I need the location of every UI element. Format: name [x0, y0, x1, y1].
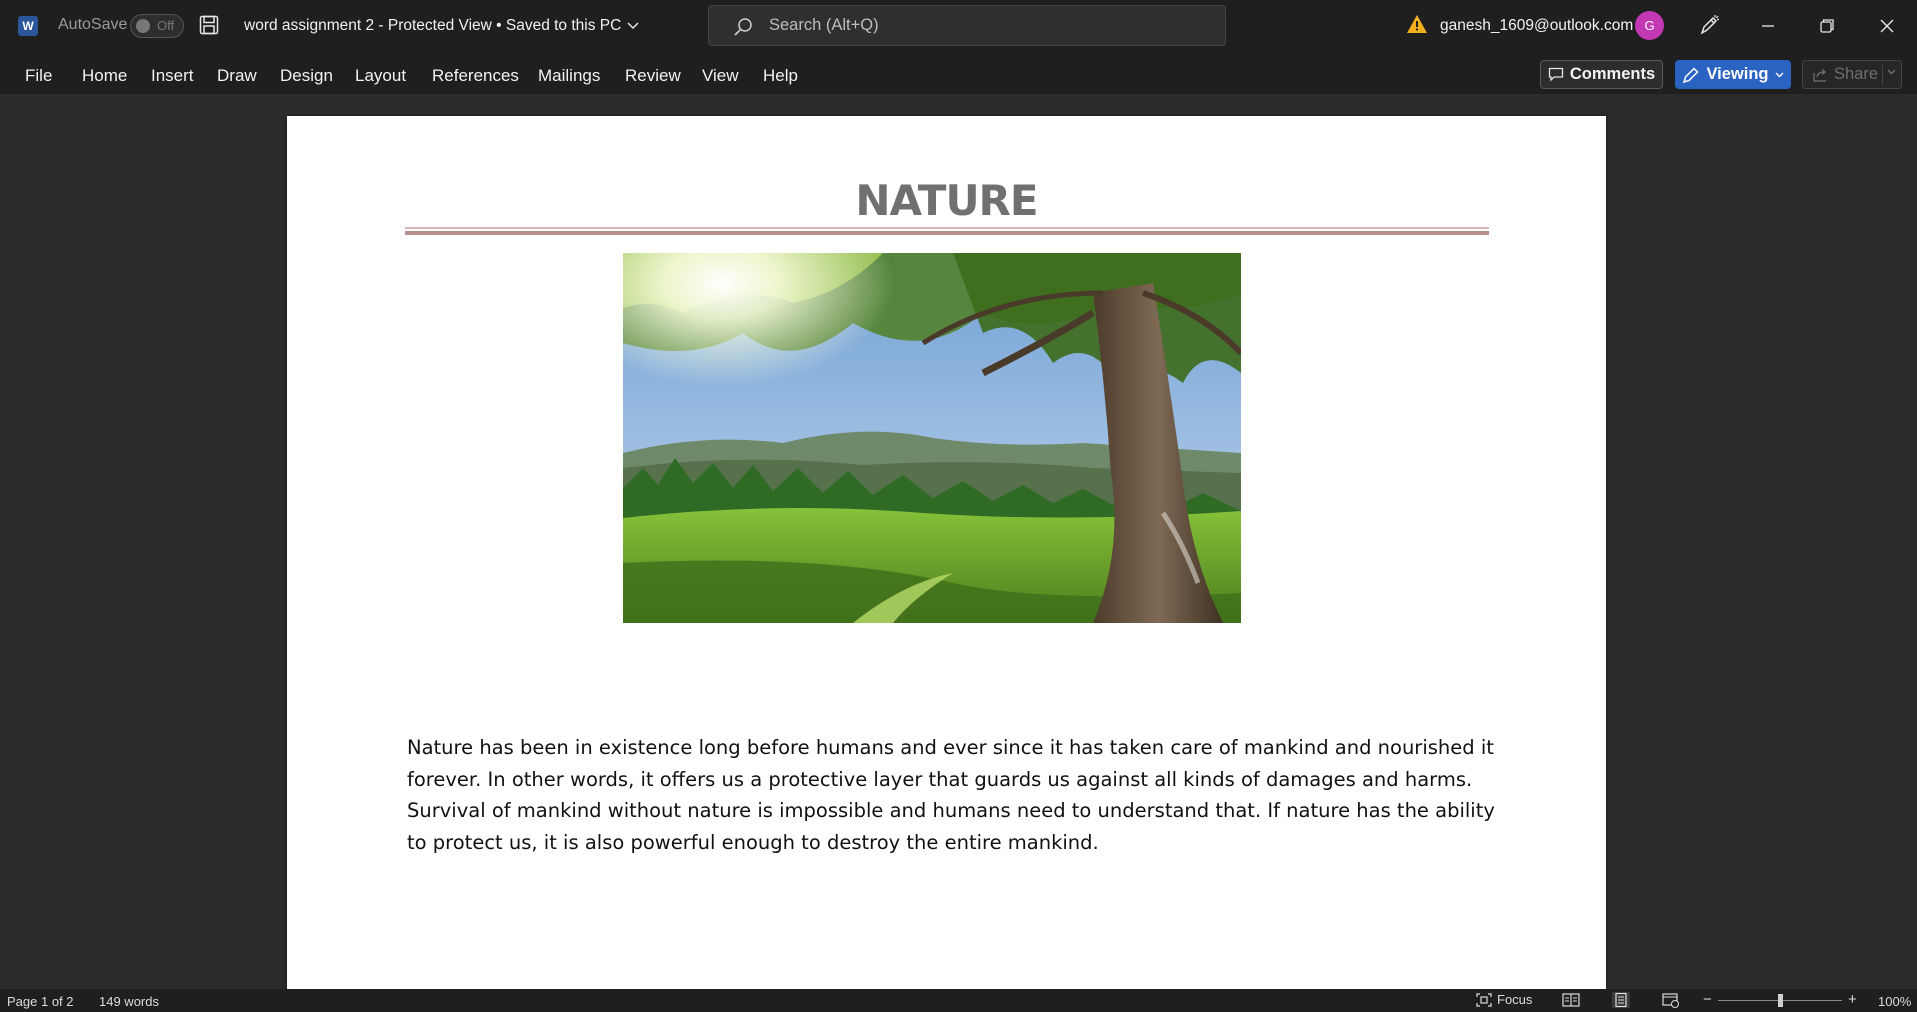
search-input[interactable]: Search (Alt+Q) [769, 16, 879, 35]
tab-home[interactable]: Home [82, 66, 127, 86]
autosave-state: Off [157, 18, 175, 33]
tree-meadow-photo[interactable] [623, 253, 1241, 623]
zoom-level[interactable]: 100% [1878, 994, 1911, 1009]
tab-mailings[interactable]: Mailings [538, 66, 600, 86]
body-paragraph: Nature has been in existence long before… [407, 736, 1495, 854]
warning-icon[interactable] [1406, 14, 1428, 34]
document-title-text: word assignment 2 - Protected View • Sav… [244, 17, 622, 34]
ribbon-tabs: File Home Insert Draw Design Layout Refe… [0, 52, 1917, 96]
zoom-in-button[interactable]: + [1848, 991, 1857, 1008]
web-layout-icon[interactable] [1662, 992, 1680, 1008]
viewing-label: Viewing [1706, 65, 1769, 83]
search-icon [734, 18, 752, 36]
designer-pen-icon[interactable] [1697, 13, 1721, 37]
focus-button[interactable]: Focus [1476, 992, 1532, 1007]
save-icon[interactable] [199, 15, 219, 35]
chevron-down-icon [627, 22, 639, 30]
tab-design[interactable]: Design [280, 66, 333, 86]
document-title[interactable]: word assignment 2 - Protected View • Sav… [244, 17, 639, 35]
autosave-label: AutoSave [58, 16, 128, 33]
chevron-down-icon[interactable] [1887, 69, 1896, 75]
pen-icon [1683, 66, 1700, 83]
tab-review[interactable]: Review [625, 66, 681, 86]
read-mode-icon[interactable] [1562, 992, 1580, 1008]
comments-button[interactable]: Comments [1540, 60, 1663, 89]
word-count[interactable]: 149 words [99, 994, 159, 1009]
heading-underline-thick [405, 231, 1489, 235]
viewing-mode-button[interactable]: Viewing [1675, 60, 1791, 89]
document-page[interactable]: NATURE Nature has been in existence long… [287, 116, 1606, 996]
share-button[interactable]: Share [1802, 60, 1902, 89]
tab-insert[interactable]: Insert [151, 66, 194, 86]
share-split-divider [1882, 64, 1883, 86]
tab-view[interactable]: View [702, 66, 739, 86]
document-heading: NATURE [855, 176, 1038, 225]
tab-layout[interactable]: Layout [355, 66, 406, 86]
focus-label: Focus [1497, 992, 1533, 1007]
heading-underline [405, 227, 1489, 229]
title-bar: W AutoSave Off word assignment 2 - Prote… [0, 0, 1917, 52]
minimize-icon[interactable] [1754, 12, 1782, 40]
zoom-slider-thumb[interactable] [1778, 994, 1783, 1007]
account-email[interactable]: ganesh_1609@outlook.com [1440, 17, 1633, 35]
tab-references[interactable]: References [432, 66, 519, 86]
comment-icon [1548, 67, 1564, 82]
restore-icon[interactable] [1813, 12, 1841, 40]
share-label: Share [1834, 65, 1879, 83]
toggle-knob [136, 19, 150, 33]
zoom-out-button[interactable]: − [1703, 991, 1712, 1008]
page-indicator[interactable]: Page 1 of 2 [7, 994, 74, 1009]
share-icon [1813, 68, 1827, 82]
avatar[interactable]: G [1635, 11, 1664, 40]
tab-help[interactable]: Help [763, 66, 798, 86]
close-icon[interactable] [1873, 12, 1901, 40]
focus-icon [1476, 992, 1492, 1007]
chevron-down-icon [1775, 72, 1784, 77]
print-layout-icon[interactable] [1612, 992, 1630, 1008]
search-box[interactable]: Search (Alt+Q) [708, 5, 1226, 46]
tab-file[interactable]: File [25, 66, 52, 86]
status-bar: Page 1 of 2 149 words Focus − + 100% [0, 989, 1917, 1012]
word-app-icon: W [18, 16, 38, 36]
comments-label: Comments [1569, 65, 1656, 83]
autosave-toggle[interactable]: Off [130, 14, 184, 38]
document-canvas[interactable]: NATURE Nature has been in existence long… [0, 94, 1917, 996]
tab-draw[interactable]: Draw [217, 66, 257, 86]
